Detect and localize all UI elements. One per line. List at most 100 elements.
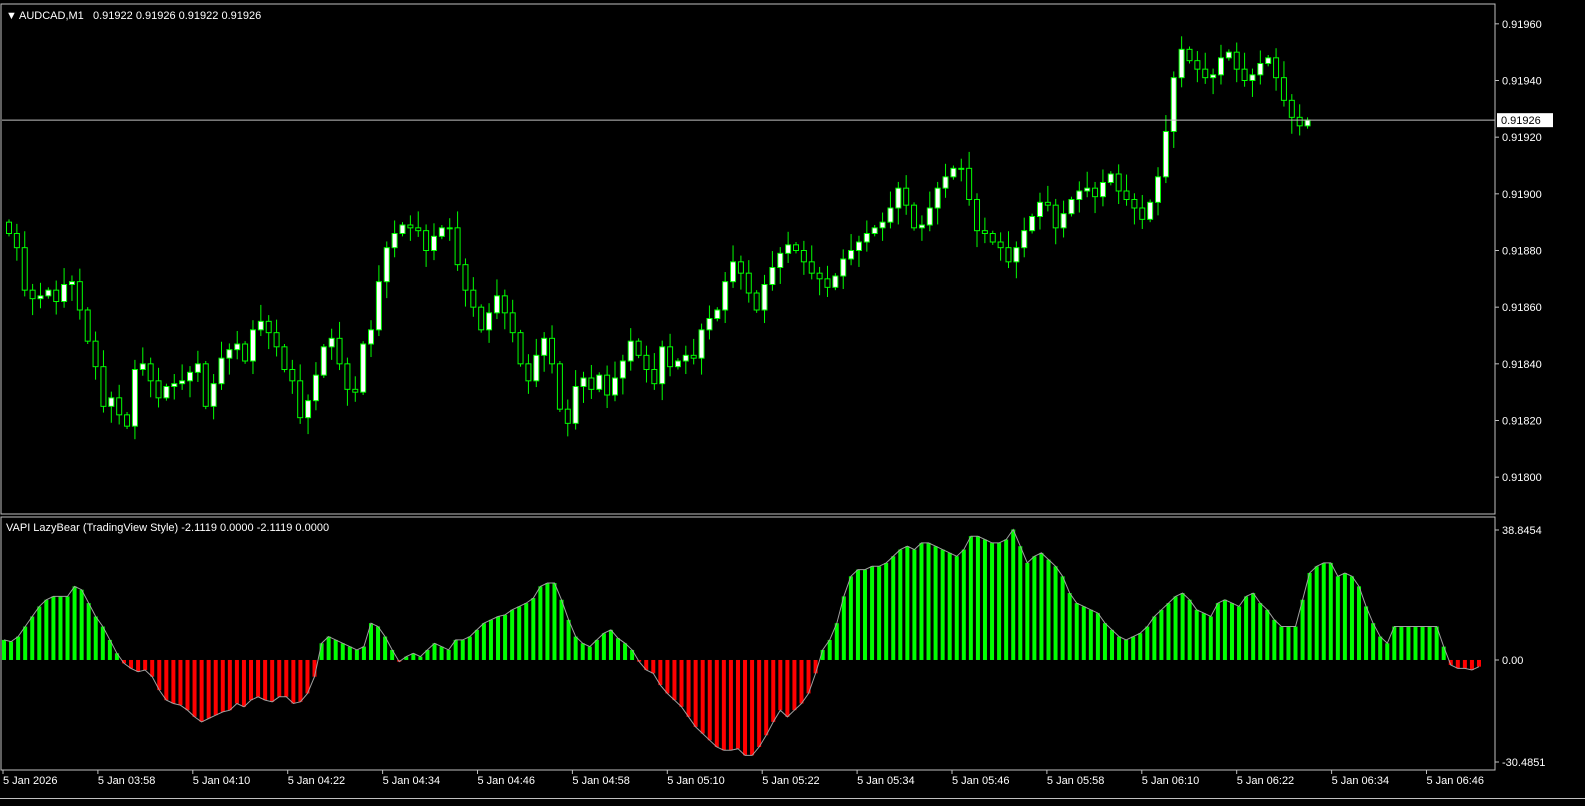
price-badge-label: 0.91926 xyxy=(1501,115,1541,127)
time-axis-label: 5 Jan 04:22 xyxy=(288,775,346,787)
vapi-bar xyxy=(114,653,119,660)
vapi-bar xyxy=(51,596,56,660)
vapi-bar xyxy=(940,549,945,660)
vapi-bar xyxy=(1357,586,1362,660)
vapi-bar xyxy=(1067,593,1072,660)
candle-body xyxy=(556,363,563,410)
time-axis-label: 5 Jan 04:34 xyxy=(383,775,441,787)
time-axis-label: 5 Jan 04:46 xyxy=(478,775,536,787)
vapi-bar xyxy=(432,643,437,660)
candle-body xyxy=(895,187,902,209)
candle-body xyxy=(942,176,949,189)
vapi-bar xyxy=(171,659,176,704)
candle-body xyxy=(1115,173,1122,192)
candle-body xyxy=(1265,57,1272,64)
chart-header-arrow[interactable]: ▼ xyxy=(6,10,17,22)
time-axis-label: 5 Jan 06:10 xyxy=(1142,775,1200,787)
candle-body xyxy=(194,363,201,373)
candle-body xyxy=(462,264,469,291)
vapi-bar xyxy=(651,659,656,674)
candle-body xyxy=(281,346,288,371)
vapi-bar xyxy=(1081,606,1086,660)
vapi-bar xyxy=(178,659,183,706)
vapi-bar xyxy=(1138,633,1143,660)
time-axis-label: 5 Jan 03:58 xyxy=(98,775,155,787)
vapi-bar xyxy=(249,659,254,701)
vapi-bar xyxy=(1166,603,1171,660)
candle-body xyxy=(45,289,52,297)
vapi-bar xyxy=(1265,609,1270,660)
vapi-bar xyxy=(460,639,465,660)
candle-body xyxy=(667,346,674,368)
candle-body xyxy=(690,354,697,359)
vapi-bar xyxy=(1046,559,1051,660)
vapi-bar xyxy=(997,542,1002,660)
vapi-bar xyxy=(792,659,797,711)
candle-body xyxy=(722,281,729,311)
vapi-bar xyxy=(2,639,6,660)
candle-body xyxy=(493,295,500,314)
candle-body xyxy=(92,340,99,368)
vapi-bar xyxy=(241,659,246,707)
vapi-bar xyxy=(665,659,670,694)
vapi-bar xyxy=(58,596,63,660)
vapi-bar xyxy=(354,649,359,660)
vapi-bar xyxy=(1088,609,1093,660)
vapi-bar xyxy=(37,606,42,660)
candle-body xyxy=(1170,77,1177,132)
candle-body xyxy=(1021,230,1028,249)
time-axis-label: 5 Jan 06:22 xyxy=(1237,775,1295,787)
chart-canvas[interactable]: 0.91926 0.91960 0.91940 0.91920 0.91900 0.91… xyxy=(0,0,1585,806)
vapi-bar xyxy=(778,659,783,711)
chart-window: 0.91926 0.91960 0.91940 0.91920 0.91900 0.91… xyxy=(0,0,1585,806)
vapi-bar xyxy=(580,643,585,660)
candle-body xyxy=(753,292,760,311)
candle-body xyxy=(619,360,626,379)
vapi-bar xyxy=(44,599,49,660)
vapi-bar xyxy=(1420,626,1425,660)
vapi-bar xyxy=(136,659,141,672)
current-price-badge: 0.91926 xyxy=(1497,113,1553,128)
candle-body xyxy=(116,397,123,416)
candle-body xyxy=(651,369,658,385)
vapi-bar xyxy=(1406,626,1411,660)
vapi-bar xyxy=(1102,623,1107,660)
candle-body xyxy=(627,340,634,362)
candle-body xyxy=(1036,201,1043,217)
vapi-bar xyxy=(1279,626,1284,660)
candle-body xyxy=(887,207,894,223)
vapi-bar xyxy=(552,583,557,660)
vapi-bar xyxy=(968,536,973,660)
candle-body xyxy=(6,221,12,235)
vapi-bar xyxy=(277,659,282,697)
candle-body xyxy=(289,369,296,382)
candle-body xyxy=(509,312,516,334)
vapi-bar xyxy=(1237,606,1242,660)
candle-body xyxy=(265,320,272,334)
vapi-bar xyxy=(933,546,938,660)
candle-body xyxy=(588,377,595,390)
vapi-bar xyxy=(213,659,218,716)
vapi-bar xyxy=(340,643,345,660)
vapi-bar xyxy=(743,659,748,756)
time-axis-label: 5 Jan 2026 xyxy=(3,775,57,787)
candle-body xyxy=(808,261,815,274)
vapi-bar xyxy=(1477,659,1481,667)
candle-body xyxy=(1099,182,1106,198)
vapi-bar xyxy=(30,616,35,660)
candle-body xyxy=(698,329,705,359)
candle-body xyxy=(249,329,256,362)
candle-body xyxy=(187,371,194,382)
candle-body xyxy=(202,363,209,407)
candle-body xyxy=(415,227,422,232)
vapi-bar xyxy=(841,596,846,660)
vapi-bar xyxy=(305,659,310,694)
candle-body xyxy=(1060,213,1067,229)
price-axis-label: 0.91920 xyxy=(1502,132,1542,144)
vapi-bar xyxy=(693,659,698,727)
indicator-axis-label: 38.8454 xyxy=(1502,525,1542,537)
vapi-bar xyxy=(608,629,613,660)
candle-body xyxy=(383,247,390,283)
time-axis-label: 5 Jan 05:58 xyxy=(1047,775,1105,787)
vapi-bar xyxy=(1074,603,1079,660)
